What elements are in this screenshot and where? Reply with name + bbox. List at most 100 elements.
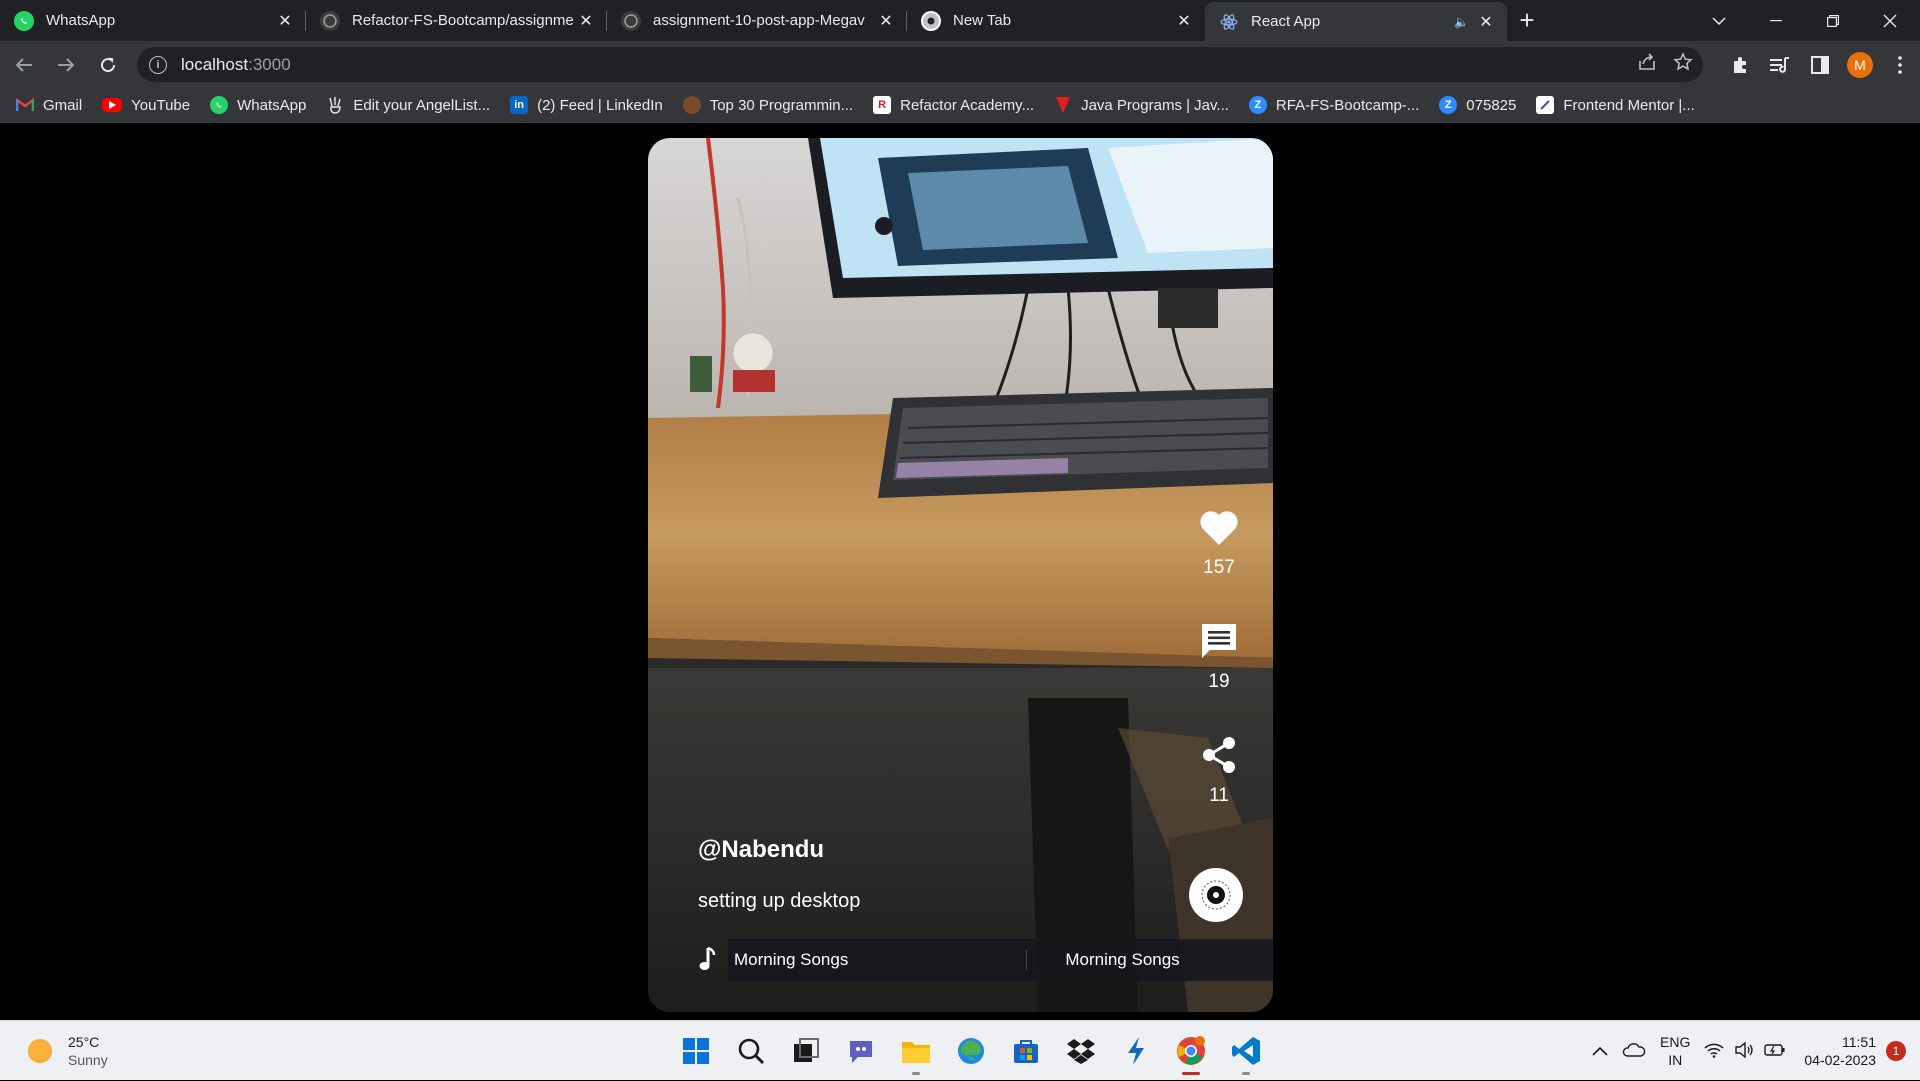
bookmark-angellist[interactable]: Edit your AngelList...: [326, 96, 490, 114]
bookmark-refactor[interactable]: R Refactor Academy...: [873, 96, 1034, 114]
avatar: M: [1847, 51, 1873, 78]
bookmark-label: Top 30 Programmin...: [709, 96, 854, 114]
bookmark-rfa-zoom[interactable]: Z RFA-FS-Bootcamp-...: [1248, 96, 1419, 114]
forward-button[interactable]: [48, 47, 84, 83]
taskbar-apps: [668, 1021, 1273, 1081]
site-info-icon[interactable]: i: [149, 55, 167, 74]
onedrive-icon[interactable]: [1622, 1041, 1646, 1062]
bookmark-top30[interactable]: Top 30 Programmin...: [682, 96, 854, 114]
bookmark-label: Frontend Mentor |...: [1563, 96, 1695, 114]
zoom-icon: Z: [1248, 96, 1267, 114]
tab-assignment-repo[interactable]: assignment-10-post-app-Megav ✕: [607, 0, 907, 41]
power-automate-icon[interactable]: [1108, 1021, 1163, 1081]
comment-icon[interactable]: [1200, 622, 1238, 665]
battery-icon[interactable]: [1764, 1043, 1786, 1060]
page-content: 157 19 11 @Nabendu setting up desktop Mo…: [0, 124, 1920, 1020]
zoom-icon: Z: [1439, 96, 1458, 114]
weather-widget[interactable]: 25°C Sunny: [28, 1033, 108, 1069]
song-name: Morning Songs: [1065, 950, 1180, 969]
restore-button[interactable]: [1805, 0, 1861, 41]
comment-action[interactable]: 19: [1175, 622, 1263, 693]
volume-icon[interactable]: [1734, 1041, 1754, 1061]
region-code: IN: [1668, 1052, 1683, 1068]
close-tab-icon[interactable]: ✕: [575, 10, 597, 32]
whatsapp-icon: [14, 10, 34, 31]
tab-search-icon[interactable]: [1691, 0, 1747, 41]
share-count: 11: [1209, 785, 1229, 806]
bookmark-youtube[interactable]: YouTube: [102, 97, 190, 114]
bookmark-site-icon: [682, 96, 701, 114]
microsoft-store-icon[interactable]: [998, 1021, 1053, 1081]
chevron-up-icon[interactable]: [1592, 1043, 1608, 1059]
whatsapp-icon: [210, 96, 229, 114]
close-tab-icon[interactable]: ✕: [1173, 10, 1195, 32]
close-tab-icon[interactable]: ✕: [274, 10, 296, 32]
tab-title: React App: [1251, 13, 1321, 30]
reload-button[interactable]: [90, 47, 126, 83]
language-indicator[interactable]: ENG IN: [1660, 1033, 1690, 1069]
side-panel-icon[interactable]: [1800, 45, 1840, 85]
tab-refactor-repo[interactable]: Refactor-FS-Bootcamp/assignme ✕: [306, 0, 607, 41]
close-tab-icon[interactable]: ✕: [1475, 11, 1497, 33]
bookmark-whatsapp[interactable]: WhatsApp: [210, 96, 306, 114]
chrome-icon[interactable]: [1163, 1021, 1218, 1081]
menu-kebab-icon[interactable]: [1880, 45, 1920, 85]
tab-whatsapp[interactable]: WhatsApp ✕: [0, 0, 306, 41]
heart-icon[interactable]: [1199, 510, 1239, 551]
bookmark-label: Refactor Academy...: [900, 96, 1035, 114]
username[interactable]: @Nabendu: [698, 836, 824, 864]
javatpoint-icon: [1054, 96, 1072, 114]
system-tray: ENG IN 11:51 04-02-2023 1: [1592, 1021, 1920, 1081]
vscode-icon[interactable]: [1218, 1021, 1273, 1081]
address-bar[interactable]: i localhost:3000: [137, 47, 1703, 82]
tab-title: assignment-10-post-app-Megav: [653, 12, 865, 29]
bookmark-frontend-mentor[interactable]: Frontend Mentor |...: [1536, 96, 1695, 114]
bookmark-star-icon[interactable]: [1673, 52, 1693, 77]
start-button[interactable]: [668, 1021, 723, 1081]
bookmark-label: (2) Feed | LinkedIn: [537, 96, 663, 114]
tab-title: Refactor-FS-Bootcamp/assignme: [352, 12, 574, 29]
dropbox-icon[interactable]: [1053, 1021, 1108, 1081]
wifi-icon[interactable]: [1704, 1042, 1724, 1061]
tab-new-tab[interactable]: New Tab ✕: [907, 0, 1205, 41]
bookmark-linkedin[interactable]: in (2) Feed | LinkedIn: [510, 96, 663, 114]
tab-react-app[interactable]: React App 🔈 ✕: [1205, 2, 1507, 41]
share-action[interactable]: 11: [1175, 736, 1263, 807]
like-action[interactable]: 157: [1175, 510, 1263, 579]
search-icon[interactable]: [723, 1021, 778, 1081]
share-icon[interactable]: [1637, 53, 1657, 76]
edge-icon[interactable]: [943, 1021, 998, 1081]
close-window-button[interactable]: [1862, 0, 1918, 41]
file-explorer-icon[interactable]: [888, 1021, 943, 1081]
tab-audio-icon[interactable]: 🔈: [1454, 15, 1469, 29]
extensions-icon[interactable]: [1720, 45, 1760, 85]
music-disc-icon[interactable]: [1189, 868, 1243, 922]
clock-date: 04-02-2023: [1804, 1052, 1876, 1068]
media-control-icon[interactable]: [1760, 45, 1800, 85]
bookmark-zoom-meeting[interactable]: Z 075825: [1439, 96, 1516, 114]
angellist-icon: [326, 96, 344, 114]
notification-badge[interactable]: 1: [1886, 1041, 1906, 1061]
url-text[interactable]: localhost:3000: [181, 55, 291, 75]
refactor-icon: R: [873, 96, 892, 114]
task-view-icon[interactable]: [778, 1021, 833, 1081]
new-tab-button[interactable]: +: [1507, 0, 1547, 41]
back-button[interactable]: [6, 47, 42, 83]
bookmark-label: WhatsApp: [237, 96, 307, 114]
github-icon: [621, 10, 641, 31]
profile-button[interactable]: M: [1840, 45, 1880, 85]
bookmark-label: Java Programs | Jav...: [1081, 96, 1229, 114]
temperature: 25°C: [68, 1034, 100, 1050]
video-card[interactable]: 157 19 11 @Nabendu setting up desktop Mo…: [648, 138, 1273, 1012]
clock[interactable]: 11:51 04-02-2023: [1804, 1033, 1876, 1069]
close-tab-icon[interactable]: ✕: [875, 10, 897, 32]
youtube-icon: [102, 98, 123, 112]
share-icon[interactable]: [1201, 736, 1237, 779]
bookmark-gmail[interactable]: Gmail: [16, 96, 82, 114]
react-icon: [1219, 12, 1239, 32]
chat-icon[interactable]: [833, 1021, 888, 1081]
bookmark-java-programs[interactable]: Java Programs | Jav...: [1054, 96, 1229, 114]
gmail-icon: [16, 96, 34, 114]
video-description: setting up desktop: [698, 890, 861, 912]
minimize-button[interactable]: [1748, 0, 1804, 41]
